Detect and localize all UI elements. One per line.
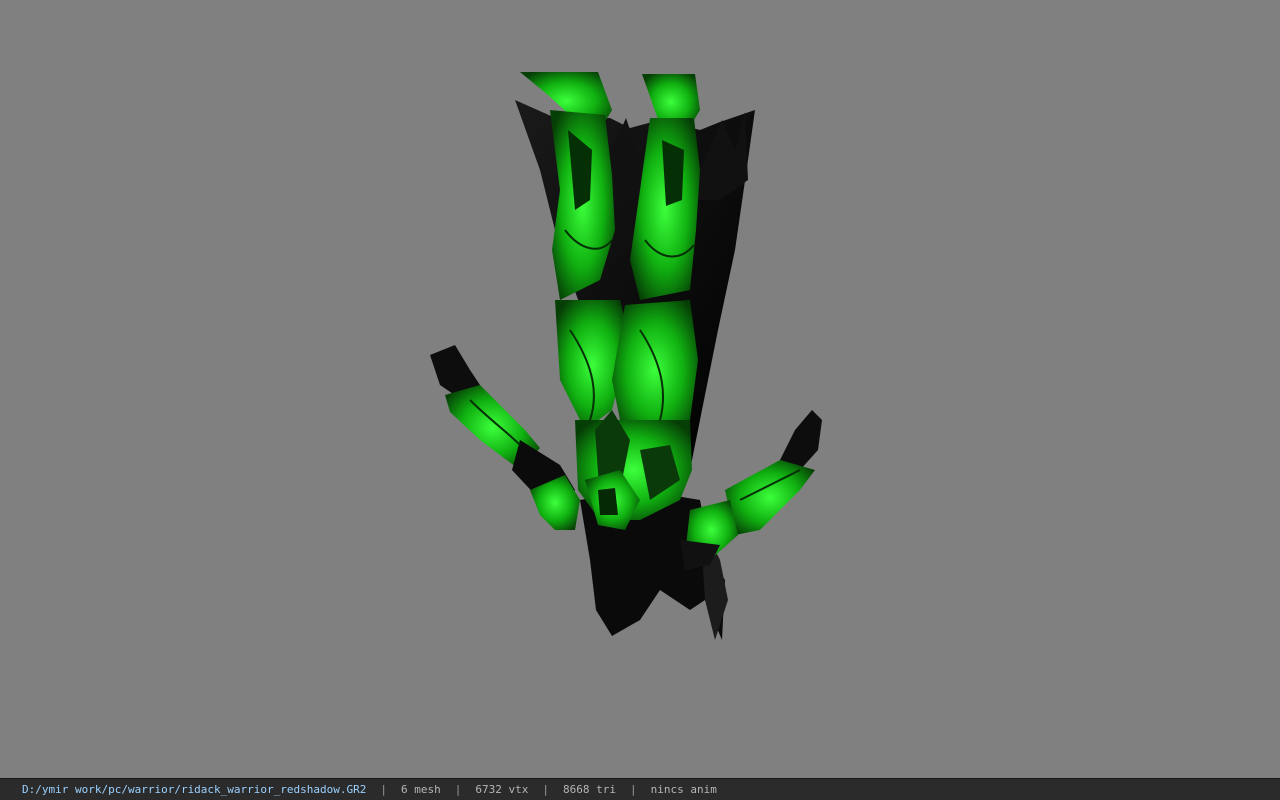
animation-status: nincs anim (650, 783, 717, 796)
mesh-count: 6 mesh (401, 783, 441, 796)
vertex-count: 6732 vtx (475, 783, 529, 796)
triangle-count: 8668 tri (562, 783, 616, 796)
warrior-model-render[interactable] (0, 0, 1280, 778)
file-path: D:/ymir work/pc/warrior/ridack_warrior_r… (22, 783, 367, 796)
right-arm (680, 410, 822, 570)
left-arm (430, 345, 580, 530)
status-bar: D:/ymir work/pc/warrior/ridack_warrior_r… (0, 778, 1280, 800)
status-separator: | (542, 783, 549, 796)
status-separator: | (629, 783, 637, 796)
status-separator: | (454, 783, 462, 796)
status-separator: | (380, 783, 387, 796)
3d-viewport[interactable] (0, 0, 1280, 778)
